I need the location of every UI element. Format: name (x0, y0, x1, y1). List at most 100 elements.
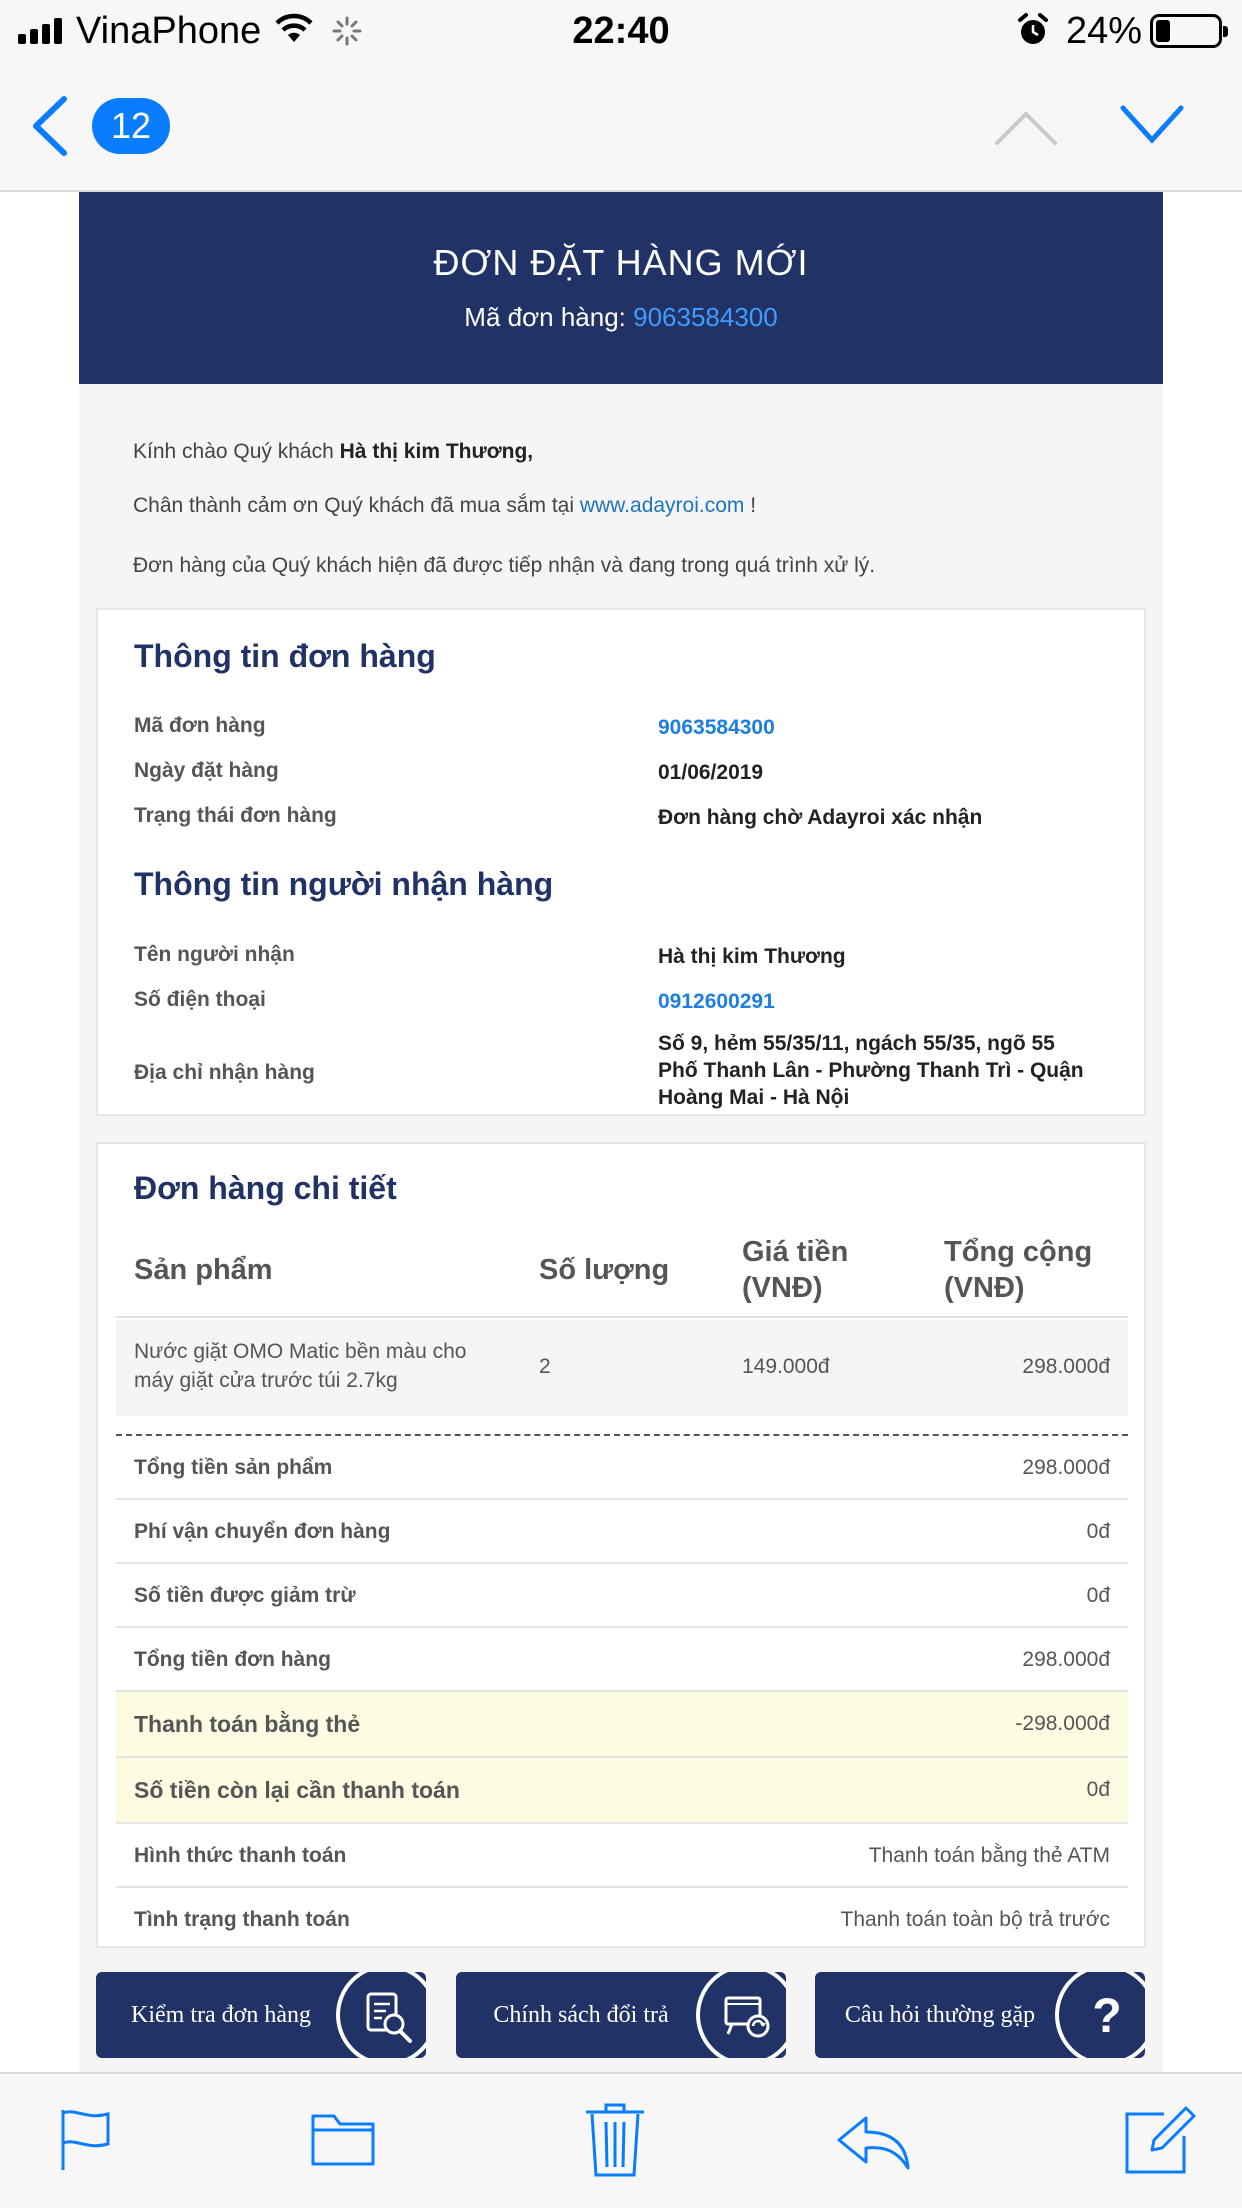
summary-value: 0đ (1086, 1778, 1110, 1801)
back-chevron-icon[interactable] (30, 96, 70, 161)
table-row[interactable]: Nước giặt OMO Matic bền màu cho máy giặt… (116, 1320, 1128, 1416)
site-link[interactable]: www.adayroi.com (580, 494, 745, 517)
product-name: Nước giặt OMO Matic bền màu cho máy giặt… (134, 1337, 466, 1395)
summary-row: Phí vận chuyển đơn hàng 0đ (116, 1500, 1128, 1564)
folder-icon[interactable] (310, 2108, 376, 2173)
order-status-label: Trạng thái đơn hàng (134, 804, 337, 827)
order-detail-card: Đơn hàng chi tiết Sản phẩm Số lượng Giá … (96, 1142, 1146, 1948)
email-title: ĐƠN ĐẶT HÀNG MỚI (433, 242, 809, 283)
summary-label: Tình trạng thanh toán (134, 1908, 350, 1931)
header-divider (116, 1316, 1128, 1318)
product-total: 298.000đ (1022, 1355, 1110, 1378)
address-label: Địa chỉ nhận hàng (134, 1061, 315, 1084)
thanks-suffix: ! (744, 494, 757, 517)
order-status-value: Đơn hàng chờ Adayroi xác nhận (658, 806, 983, 829)
return-policy-label: Chính sách đổi trả (493, 2002, 669, 2028)
summary-label: Hình thức thanh toán (134, 1844, 347, 1867)
trash-icon[interactable] (584, 2102, 646, 2183)
summary-label: Tổng tiền đơn hàng (134, 1648, 331, 1671)
summary-value: Thanh toán toàn bộ trả trước (840, 1908, 1110, 1931)
summary-label: Số tiền được giảm trừ (134, 1584, 356, 1607)
return-policy-button[interactable]: Chính sách đổi trả (456, 1972, 786, 2058)
status-bar: VinaPhone 22:40 24% (0, 0, 1242, 62)
summary-row: Hình thức thanh toán Thanh toán bằng thẻ… (116, 1824, 1128, 1888)
summary-value: 298.000đ (1022, 1456, 1110, 1479)
product-name-line: máy giặt cửa trước túi 2.7kg (134, 1369, 398, 1392)
alarm-icon (1016, 12, 1050, 53)
check-order-button[interactable]: Kiểm tra đơn hàng (96, 1972, 426, 2058)
address-line: Phố Thanh Lân - Phường Thanh Trì - Quận (658, 1059, 1084, 1082)
column-header-total-line: Tổng cộng (944, 1236, 1093, 1268)
summary-row: Tổng tiền đơn hàng 298.000đ (116, 1628, 1128, 1692)
flag-icon[interactable] (58, 2108, 114, 2177)
column-header-quantity: Số lượng (539, 1254, 670, 1286)
order-info-card: Thông tin đơn hàng Mã đơn hàng 906358430… (96, 608, 1146, 1116)
recipient-info-title: Thông tin người nhận hàng (134, 866, 554, 902)
customer-name: Hà thị kim Thương, (339, 440, 534, 463)
order-date-label: Ngày đặt hàng (134, 759, 279, 782)
mail-toolbar (0, 2072, 1242, 2208)
product-price: 149.000đ (742, 1355, 830, 1378)
order-header-banner: ĐƠN ĐẶT HÀNG MỚI Mã đơn hàng: 9063584300 (79, 192, 1163, 384)
address-value: Số 9, hẻm 55/35/11, ngách 55/35, ngõ 55 … (658, 1030, 1084, 1111)
mail-nav-bar: 12 (0, 62, 1242, 192)
order-search-icon (358, 1986, 418, 2051)
thanks-text: Chân thành cảm ơn Quý khách đã mua sắm t… (133, 494, 580, 517)
order-code-link[interactable]: 9063584300 (633, 302, 778, 332)
product-name-line: Nước giặt OMO Matic bền màu cho (134, 1340, 467, 1363)
phone-value[interactable]: 0912600291 (658, 988, 775, 1015)
summary-value: 0đ (1086, 1520, 1110, 1543)
phone-label: Số điện thoại (134, 988, 266, 1011)
greeting-text: Kính chào Quý khách (133, 440, 340, 463)
up-arrow-icon[interactable] (994, 110, 1058, 151)
order-code-label: Mã đơn hàng (134, 714, 266, 737)
summary-row: Tình trạng thanh toán Thanh toán toàn bộ… (116, 1888, 1128, 1952)
compose-icon[interactable] (1124, 2104, 1196, 2181)
return-policy-icon (718, 1986, 778, 2051)
column-header-price-line: Giá tiền (742, 1236, 849, 1268)
down-arrow-icon[interactable] (1120, 102, 1184, 151)
reply-icon[interactable] (836, 2114, 912, 2175)
summary-label: Thanh toán bằng thẻ (134, 1711, 361, 1737)
summary-value: Thanh toán bằng thẻ ATM (868, 1844, 1110, 1867)
summary-row-highlighted: Thanh toán bằng thẻ -298.000đ (116, 1692, 1128, 1758)
battery-icon (1150, 14, 1228, 48)
summary-label: Phí vận chuyển đơn hàng (134, 1520, 391, 1543)
address-line: Hoàng Mai - Hà Nội (658, 1086, 850, 1109)
address-line: Số 9, hẻm 55/35/11, ngách 55/35, ngõ 55 (658, 1032, 1055, 1055)
column-header-total-unit: (VNĐ) (944, 1272, 1025, 1304)
column-header-total: Tổng cộng (VNĐ) (944, 1234, 1092, 1306)
order-date-value: 01/06/2019 (658, 761, 764, 784)
summary-value: 298.000đ (1022, 1648, 1110, 1671)
product-quantity: 2 (539, 1355, 551, 1378)
order-detail-title: Đơn hàng chi tiết (134, 1170, 397, 1206)
summary-label: Tổng tiền sản phẩm (134, 1456, 333, 1479)
order-info-title: Thông tin đơn hàng (134, 638, 436, 674)
check-order-label: Kiểm tra đơn hàng (131, 2002, 311, 2028)
summary-value: -298.000đ (1015, 1712, 1110, 1735)
order-code-value[interactable]: 9063584300 (658, 714, 775, 741)
order-code-label: Mã đơn hàng: (464, 302, 634, 332)
faq-label: Câu hỏi thường gặp (844, 2002, 1036, 2028)
question-mark-icon: ? (1077, 1986, 1137, 2051)
recipient-name-value: Hà thị kim Thương (658, 945, 846, 968)
order-code-line: Mã đơn hàng: 9063584300 (79, 302, 1163, 333)
column-header-price-unit: (VNĐ) (742, 1272, 823, 1304)
battery-percent: 24% (1066, 10, 1143, 52)
summary-label: Số tiền còn lại cần thanh toán (134, 1777, 460, 1803)
summary-value: 0đ (1086, 1584, 1110, 1607)
summary-row: Số tiền được giảm trừ 0đ (116, 1564, 1128, 1628)
thanks-line: Chân thành cảm ơn Quý khách đã mua sắm t… (133, 494, 756, 518)
recipient-name-label: Tên người nhận (134, 943, 295, 966)
faq-button[interactable]: Câu hỏi thường gặp ? (815, 1972, 1145, 2058)
summary-row-highlighted: Số tiền còn lại cần thanh toán 0đ (116, 1758, 1128, 1824)
status-notice: Đơn hàng của Quý khách hiện đã được tiếp… (133, 554, 876, 577)
summary-row: Tổng tiền sản phẩm 298.000đ (116, 1436, 1128, 1500)
column-header-product: Sản phẩm (134, 1254, 273, 1286)
svg-text:?: ? (1092, 1990, 1121, 2043)
email-content: ĐƠN ĐẶT HÀNG MỚI Mã đơn hàng: 9063584300… (0, 192, 1242, 2072)
unread-count-badge[interactable]: 12 (92, 98, 170, 154)
clock: 22:40 (572, 10, 670, 52)
column-header-price: Giá tiền (VNĐ) (742, 1234, 848, 1306)
greeting-line: Kính chào Quý khách Hà thị kim Thương, (133, 440, 533, 464)
